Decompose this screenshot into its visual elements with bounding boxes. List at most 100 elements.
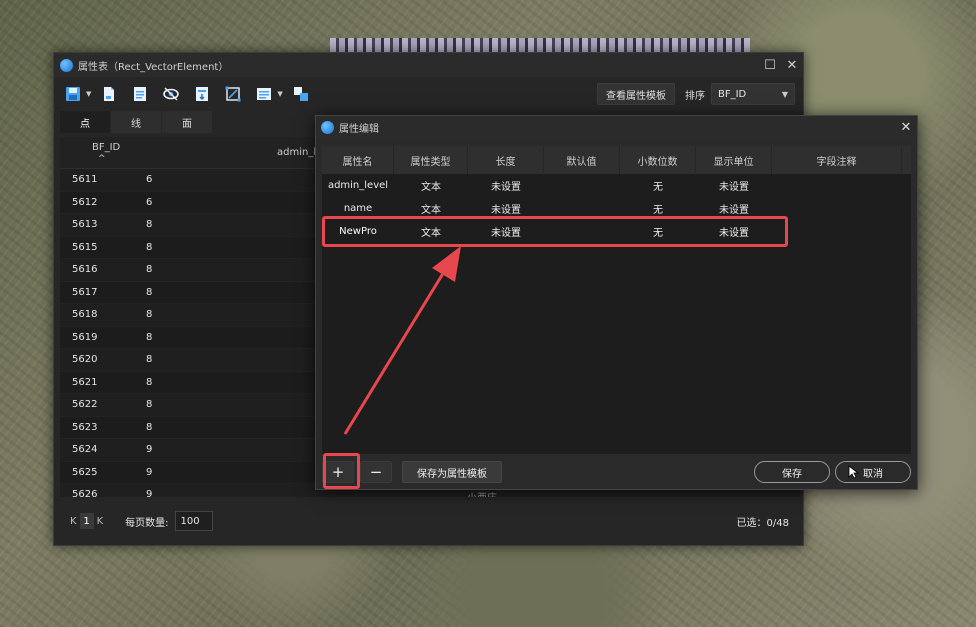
cell-admin-level: 8: [146, 331, 153, 343]
visibility-icon[interactable]: [160, 84, 182, 104]
cell-type[interactable]: 文本: [394, 178, 468, 193]
dialog-title: 属性编辑: [339, 123, 379, 135]
sort-field-select[interactable]: BF_ID ▼: [711, 83, 795, 105]
cell-length[interactable]: 未设置: [468, 224, 544, 239]
map-label-strip: [330, 38, 750, 52]
sort-label: 排序: [685, 90, 705, 102]
window-title: 属性表（Rect_VectorElement）: [78, 61, 229, 73]
app-logo-icon: [321, 120, 334, 134]
cell-unit[interactable]: 未设置: [696, 201, 772, 216]
cell-bf-id: 5617: [72, 286, 98, 298]
cancel-button[interactable]: 取消: [835, 461, 911, 483]
tab-point[interactable]: 点: [60, 111, 110, 133]
cell-admin-level: 9: [146, 444, 153, 456]
header-default: 默认值: [544, 146, 620, 174]
new-file-icon[interactable]: [98, 84, 120, 104]
page-size-input[interactable]: 100: [174, 511, 213, 531]
maximize-icon[interactable]: ☐: [759, 54, 781, 76]
header-decimals: 小数位数: [620, 146, 696, 174]
cell-bf-id: 5621: [72, 376, 98, 388]
cell-admin-level: 8: [146, 376, 153, 388]
toolbar: ▼ ▼ 查看属性模板 排序 BF_ID ▼: [54, 77, 803, 111]
current-page[interactable]: 1: [79, 513, 94, 529]
cell-name[interactable]: NewPro: [322, 226, 394, 237]
cell-bf-id: 5611: [72, 174, 98, 186]
cell-admin-level: 6: [146, 196, 153, 208]
sort-field-value: BF_ID: [718, 88, 747, 100]
cell-name[interactable]: name: [322, 203, 394, 214]
pager: K 1 K: [70, 513, 103, 529]
cell-bf-id: 5616: [72, 264, 98, 276]
select-box-icon[interactable]: [222, 84, 244, 104]
cell-bf-id: 5618: [72, 309, 98, 321]
field-row[interactable]: name 文本 未设置无未设置: [322, 197, 911, 220]
cell-admin-level: 8: [146, 286, 153, 298]
property-grid-body: admin_level 文本 未设置无未设置 name 文本 未设置无未设置 NewPro 文…: [322, 174, 911, 243]
save-dropdown-icon[interactable]: ▼: [86, 90, 91, 98]
cell-type[interactable]: 文本: [394, 201, 468, 216]
field-row[interactable]: admin_level 文本 未设置无未设置: [322, 174, 911, 197]
close-icon[interactable]: ✕: [895, 120, 917, 135]
save-icon[interactable]: [62, 84, 84, 104]
cell-admin-level: 8: [146, 309, 153, 321]
column-header-bf-id[interactable]: BF_ID ^: [60, 142, 136, 164]
close-icon[interactable]: ✕: [781, 54, 803, 76]
save-button[interactable]: 保存: [754, 461, 830, 483]
cell-decimals[interactable]: 无: [620, 178, 696, 193]
last-page-icon[interactable]: K: [97, 516, 104, 527]
chevron-down-icon: ▼: [781, 89, 788, 99]
cell-admin-level: 9: [146, 466, 153, 478]
cell-unit[interactable]: 未设置: [696, 178, 772, 193]
property-edit-dialog: 属性编辑 ✕ 属性名 属性类型 长度 默认值 小数位数 显示单位 字段注释 admin_le…: [315, 115, 918, 490]
tab-polygon[interactable]: 面: [162, 111, 212, 133]
add-field-button[interactable]: +: [322, 461, 354, 483]
cell-decimals[interactable]: 无: [620, 224, 696, 239]
attribute-table-titlebar: 属性表（Rect_VectorElement） ☐ ✕: [54, 53, 803, 77]
page-size-label: 每页数量:: [125, 517, 169, 529]
save-as-template-button[interactable]: 保存为属性模板: [402, 461, 502, 483]
cell-type[interactable]: 文本: [394, 224, 468, 239]
cell-name[interactable]: admin_level: [322, 180, 394, 191]
cell-admin-level: 8: [146, 421, 153, 433]
cell-bf-id: 5620: [72, 354, 98, 366]
app-logo-icon: [60, 58, 73, 72]
cell-admin-level: 8: [146, 264, 153, 276]
cell-admin-level: 8: [146, 219, 153, 231]
cell-bf-id: 5623: [72, 421, 98, 433]
document-list-icon[interactable]: [129, 84, 151, 104]
header-comment: 字段注释: [772, 146, 902, 174]
field-dropdown-icon[interactable]: ▼: [277, 90, 282, 98]
cell-bf-id: 5613: [72, 219, 98, 231]
selection-count: 已选：0/48: [736, 517, 789, 529]
cell-length[interactable]: 未设置: [468, 178, 544, 193]
cell-admin-level: 8: [146, 354, 153, 366]
view-attribute-template-button[interactable]: 查看属性模板: [597, 83, 675, 105]
cell-bf-id: 5624: [72, 444, 98, 456]
property-grid: 属性名 属性类型 长度 默认值 小数位数 显示单位 字段注释 admin_level 文本 未设…: [322, 146, 911, 454]
table-footer: K 1 K 每页数量: 100 已选：0/48: [54, 497, 803, 545]
cell-bf-id: 5622: [72, 399, 98, 411]
tab-line[interactable]: 线: [111, 111, 161, 133]
field-list-icon[interactable]: [253, 84, 275, 104]
property-grid-header: 属性名 属性类型 长度 默认值 小数位数 显示单位 字段注释: [322, 146, 911, 174]
header-unit: 显示单位: [696, 146, 772, 174]
cell-admin-level: 6: [146, 174, 153, 186]
cell-bf-id: 5615: [72, 241, 98, 253]
new-field-row[interactable]: NewPro 文本 未设置无未设置: [322, 220, 911, 243]
cell-bf-id: 5625: [72, 466, 98, 478]
first-page-icon[interactable]: K: [70, 516, 77, 527]
sort-ascending-icon[interactable]: ^: [98, 154, 106, 164]
cell-admin-level: 8: [146, 399, 153, 411]
cell-decimals[interactable]: 无: [620, 201, 696, 216]
export-icon[interactable]: [191, 84, 213, 104]
remove-field-button[interactable]: −: [360, 461, 392, 483]
cell-unit[interactable]: 未设置: [696, 224, 772, 239]
header-field-name: 属性名: [322, 146, 394, 174]
cell-admin-level: 8: [146, 241, 153, 253]
cell-bf-id: 5619: [72, 331, 98, 343]
header-field-type: 属性类型: [394, 146, 468, 174]
cell-length[interactable]: 未设置: [468, 201, 544, 216]
layer-order-icon[interactable]: [290, 84, 312, 104]
mouse-cursor-icon: [848, 465, 860, 479]
dialog-footer: + − 保存为属性模板 保存 取消: [322, 458, 911, 486]
